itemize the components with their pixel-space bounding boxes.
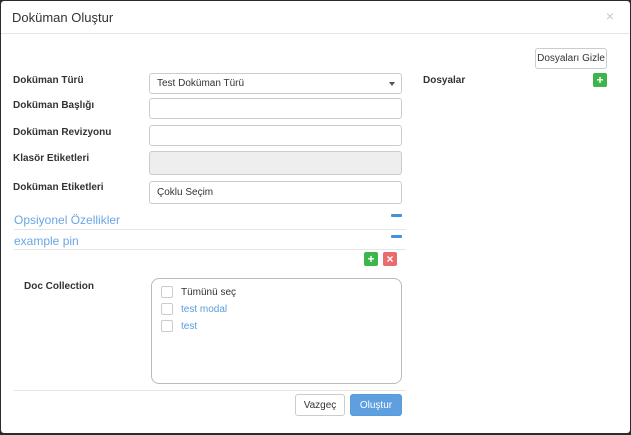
hide-files-button-label: Dosyaları Gizle [537,53,605,64]
optional-properties-header[interactable]: Opsiyonel Özellikler [14,213,120,227]
create-document-modal: Doküman Oluştur × Dosyaları Gizle Dosyal… [1,1,630,433]
checkbox-label: Tümünü seç [181,286,237,298]
cancel-button[interactable]: Vazgeç [295,394,345,416]
footer-divider [14,390,406,391]
example-pin-header[interactable]: example pin [14,234,79,248]
files-label: Dosyalar [423,75,466,86]
doc-type-label: Doküman Türü [13,75,84,86]
add-pin-icon[interactable]: + [364,252,378,266]
create-button-label: Oluştur [359,399,393,411]
doc-tags-label: Doküman Etiketleri [13,182,104,193]
folder-tags-label: Klasör Etiketleri [13,153,90,164]
doc-type-select[interactable]: Test Doküman Türü [149,73,402,94]
checkbox[interactable] [161,286,173,298]
doc-revision-label: Doküman Revizyonu [13,127,112,138]
chevron-down-icon [389,82,395,86]
checkbox-label: test modal [181,303,228,315]
create-button[interactable]: Oluştur [350,394,402,416]
modal-title: Doküman Oluştur [12,10,114,25]
doc-tags-value: Çoklu Seçim [157,187,214,198]
folder-tags-input [149,151,402,175]
test-checkbox-row[interactable]: test [161,320,197,332]
cancel-button-label: Vazgeç [303,399,337,411]
doc-collection-label: Doc Collection [24,281,95,292]
collapse-pin-icon[interactable] [391,235,402,238]
doc-title-input[interactable] [149,98,402,119]
doc-collection-list: Tümünü seç test modal test [151,278,402,384]
add-file-icon[interactable]: + [593,73,607,87]
section-divider [14,249,406,250]
checkbox[interactable] [161,303,173,315]
modal-header: Doküman Oluştur × [1,1,630,34]
doc-revision-input[interactable] [149,125,402,146]
collapse-optional-icon[interactable] [391,214,402,217]
close-icon[interactable]: × [606,9,614,23]
test-modal-checkbox-row[interactable]: test modal [161,303,227,315]
checkbox[interactable] [161,320,173,332]
doc-title-label: Doküman Başlığı [13,100,95,111]
remove-pin-icon[interactable]: × [383,252,397,266]
checkbox-label: test [181,320,198,332]
section-divider [14,229,406,230]
select-all-checkbox-row[interactable]: Tümünü seç [161,286,236,298]
doc-type-value: Test Doküman Türü [157,78,245,89]
hide-files-button[interactable]: Dosyaları Gizle [535,48,607,69]
doc-tags-multiselect[interactable]: Çoklu Seçim [149,181,402,204]
